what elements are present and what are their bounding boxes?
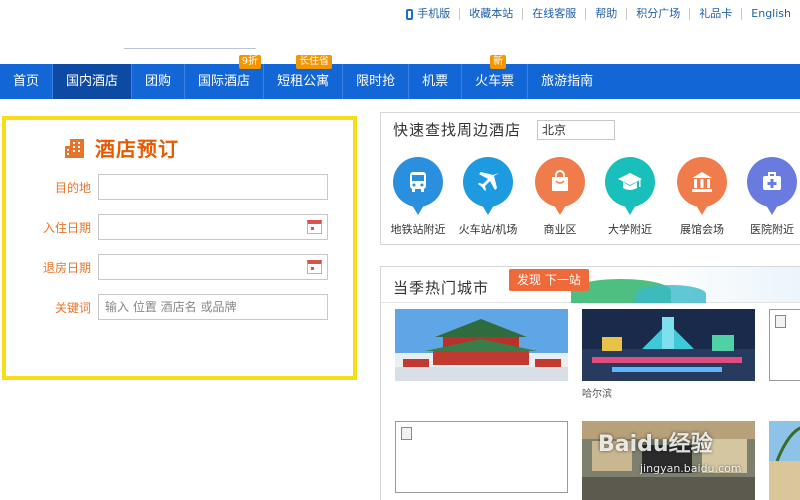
nearby-header: 快速查找周边酒店 北京 bbox=[393, 119, 616, 140]
nav-label: 旅游指南 bbox=[541, 74, 594, 89]
calendar-icon[interactable] bbox=[307, 220, 322, 234]
category-station-airport[interactable]: 火车站/机场 bbox=[453, 157, 523, 237]
broken-image-placeholder[interactable] bbox=[769, 309, 800, 381]
nav-label: 团购 bbox=[145, 74, 172, 89]
help-link[interactable]: 帮助 bbox=[585, 8, 626, 20]
hot-cities-header: 当季热门城市 发现 下一站 bbox=[381, 267, 800, 303]
mobile-link-label: 手机版 bbox=[417, 7, 451, 20]
decorative-hill bbox=[636, 285, 706, 303]
hot-cities-title: 当季热门城市 bbox=[393, 279, 490, 297]
nav-label: 首页 bbox=[13, 74, 40, 89]
category-label: 医院附近 bbox=[750, 223, 794, 236]
graduation-cap-icon bbox=[605, 157, 655, 215]
nav-flights[interactable]: 机票 bbox=[409, 64, 463, 99]
shopping-bag-icon bbox=[535, 157, 585, 215]
checkin-label: 入住日期 bbox=[42, 221, 91, 235]
broken-image-placeholder[interactable] bbox=[395, 421, 568, 493]
bookmark-link[interactable]: 收藏本站 bbox=[459, 8, 522, 20]
phone-icon bbox=[406, 8, 414, 20]
english-link[interactable]: English bbox=[741, 8, 800, 20]
top-links: 手机版 收藏本站 在线客服 帮助 积分广场 礼品卡 English bbox=[397, 5, 800, 23]
medical-kit-icon bbox=[747, 157, 797, 215]
category-label: 大学附近 bbox=[608, 223, 652, 236]
checkin-row: 入住日期 bbox=[6, 214, 353, 240]
discover-next-stop-button[interactable]: 发现 下一站 bbox=[509, 269, 589, 291]
baidu-watermark: Baidu经验 bbox=[598, 432, 713, 457]
nearby-hotels-panel: 快速查找周边酒店 北京 地铁站附近 火车站/机场 商业区 大学附近 展馆会场 医… bbox=[380, 112, 800, 245]
giftcard-link[interactable]: 礼品卡 bbox=[689, 8, 741, 20]
checkout-label: 退房日期 bbox=[42, 261, 91, 275]
nav-travel-guide[interactable]: 旅游指南 bbox=[528, 64, 606, 99]
category-exhibition[interactable]: 展馆会场 bbox=[667, 157, 737, 237]
nav-short-rental[interactable]: 长住省 短租公寓 bbox=[264, 55, 344, 99]
online-service-link[interactable]: 在线客服 bbox=[522, 8, 585, 20]
category-label: 火车站/机场 bbox=[458, 223, 518, 236]
nav-label: 短租公寓 bbox=[277, 74, 330, 89]
hotel-building-icon bbox=[65, 138, 84, 158]
bus-icon bbox=[393, 157, 443, 215]
nav-label: 火车票 bbox=[475, 74, 515, 89]
keyword-input[interactable]: 输入 位置 酒店名 或品牌 bbox=[98, 294, 328, 320]
nav-label: 机票 bbox=[422, 74, 449, 89]
destination-input[interactable] bbox=[98, 174, 328, 200]
city-caption: 哈尔滨 bbox=[582, 389, 612, 400]
nav-group-buy[interactable]: 团购 bbox=[132, 64, 186, 99]
city-photo-night[interactable] bbox=[582, 309, 755, 381]
beach-image bbox=[769, 421, 800, 500]
new-badge: 新 bbox=[490, 55, 507, 69]
city-photo-harbin[interactable] bbox=[395, 309, 568, 381]
hotel-booking-panel: 酒店预订 目的地 入住日期 退房日期 关键词 输入 位置 酒店名 或品牌 bbox=[2, 116, 357, 380]
checkout-date-input[interactable] bbox=[98, 254, 328, 280]
main-nav: 首页 国内酒店 团购 9折 国际酒店 长住省 短租公寓 限时抢 机票 新 火车票… bbox=[0, 55, 800, 99]
category-label: 展馆会场 bbox=[680, 223, 724, 236]
destination-label: 目的地 bbox=[54, 181, 91, 195]
nav-domestic-hotel[interactable]: 国内酒店 bbox=[53, 64, 133, 99]
city-photo-beach[interactable] bbox=[769, 421, 800, 500]
baidu-watermark-url: jingyan.baidu.com bbox=[640, 462, 742, 475]
nav-label: 国际酒店 bbox=[198, 74, 251, 89]
nav-train[interactable]: 新 火车票 bbox=[462, 55, 529, 99]
category-hospital[interactable]: 医院附近 bbox=[737, 157, 800, 237]
city-input[interactable]: 北京 bbox=[537, 119, 616, 140]
booking-title-text: 酒店预订 bbox=[95, 137, 179, 161]
destination-row: 目的地 bbox=[6, 174, 353, 200]
mobile-link[interactable]: 手机版 bbox=[397, 8, 459, 20]
checkin-date-input[interactable] bbox=[98, 214, 328, 240]
category-label: 地铁站附近 bbox=[390, 223, 446, 236]
checkout-row: 退房日期 bbox=[6, 254, 353, 280]
nav-flash-sale[interactable]: 限时抢 bbox=[343, 64, 410, 99]
palace-image bbox=[395, 309, 568, 381]
points-link[interactable]: 积分广场 bbox=[626, 8, 689, 20]
category-university[interactable]: 大学附近 bbox=[595, 157, 665, 237]
nav-international-hotel[interactable]: 9折 国际酒店 bbox=[185, 55, 265, 99]
nav-home[interactable]: 首页 bbox=[0, 64, 54, 99]
airplane-icon bbox=[463, 157, 513, 215]
long-stay-badge: 长住省 bbox=[296, 55, 333, 69]
museum-icon bbox=[677, 157, 727, 215]
nearby-title: 快速查找周边酒店 bbox=[393, 121, 522, 139]
category-subway[interactable]: 地铁站附近 bbox=[383, 157, 453, 237]
category-business[interactable]: 商业区 bbox=[525, 157, 595, 237]
calendar-icon[interactable] bbox=[307, 260, 322, 274]
logo-placeholder bbox=[124, 48, 256, 49]
nav-label: 限时抢 bbox=[356, 74, 396, 89]
night-lights-image bbox=[582, 309, 755, 381]
nav-label: 国内酒店 bbox=[66, 74, 119, 89]
discount-badge: 9折 bbox=[238, 55, 262, 69]
booking-title: 酒店预订 bbox=[64, 133, 179, 162]
keyword-row: 关键词 输入 位置 酒店名 或品牌 bbox=[6, 294, 353, 320]
keyword-label: 关键词 bbox=[54, 301, 91, 315]
category-label: 商业区 bbox=[543, 223, 577, 236]
